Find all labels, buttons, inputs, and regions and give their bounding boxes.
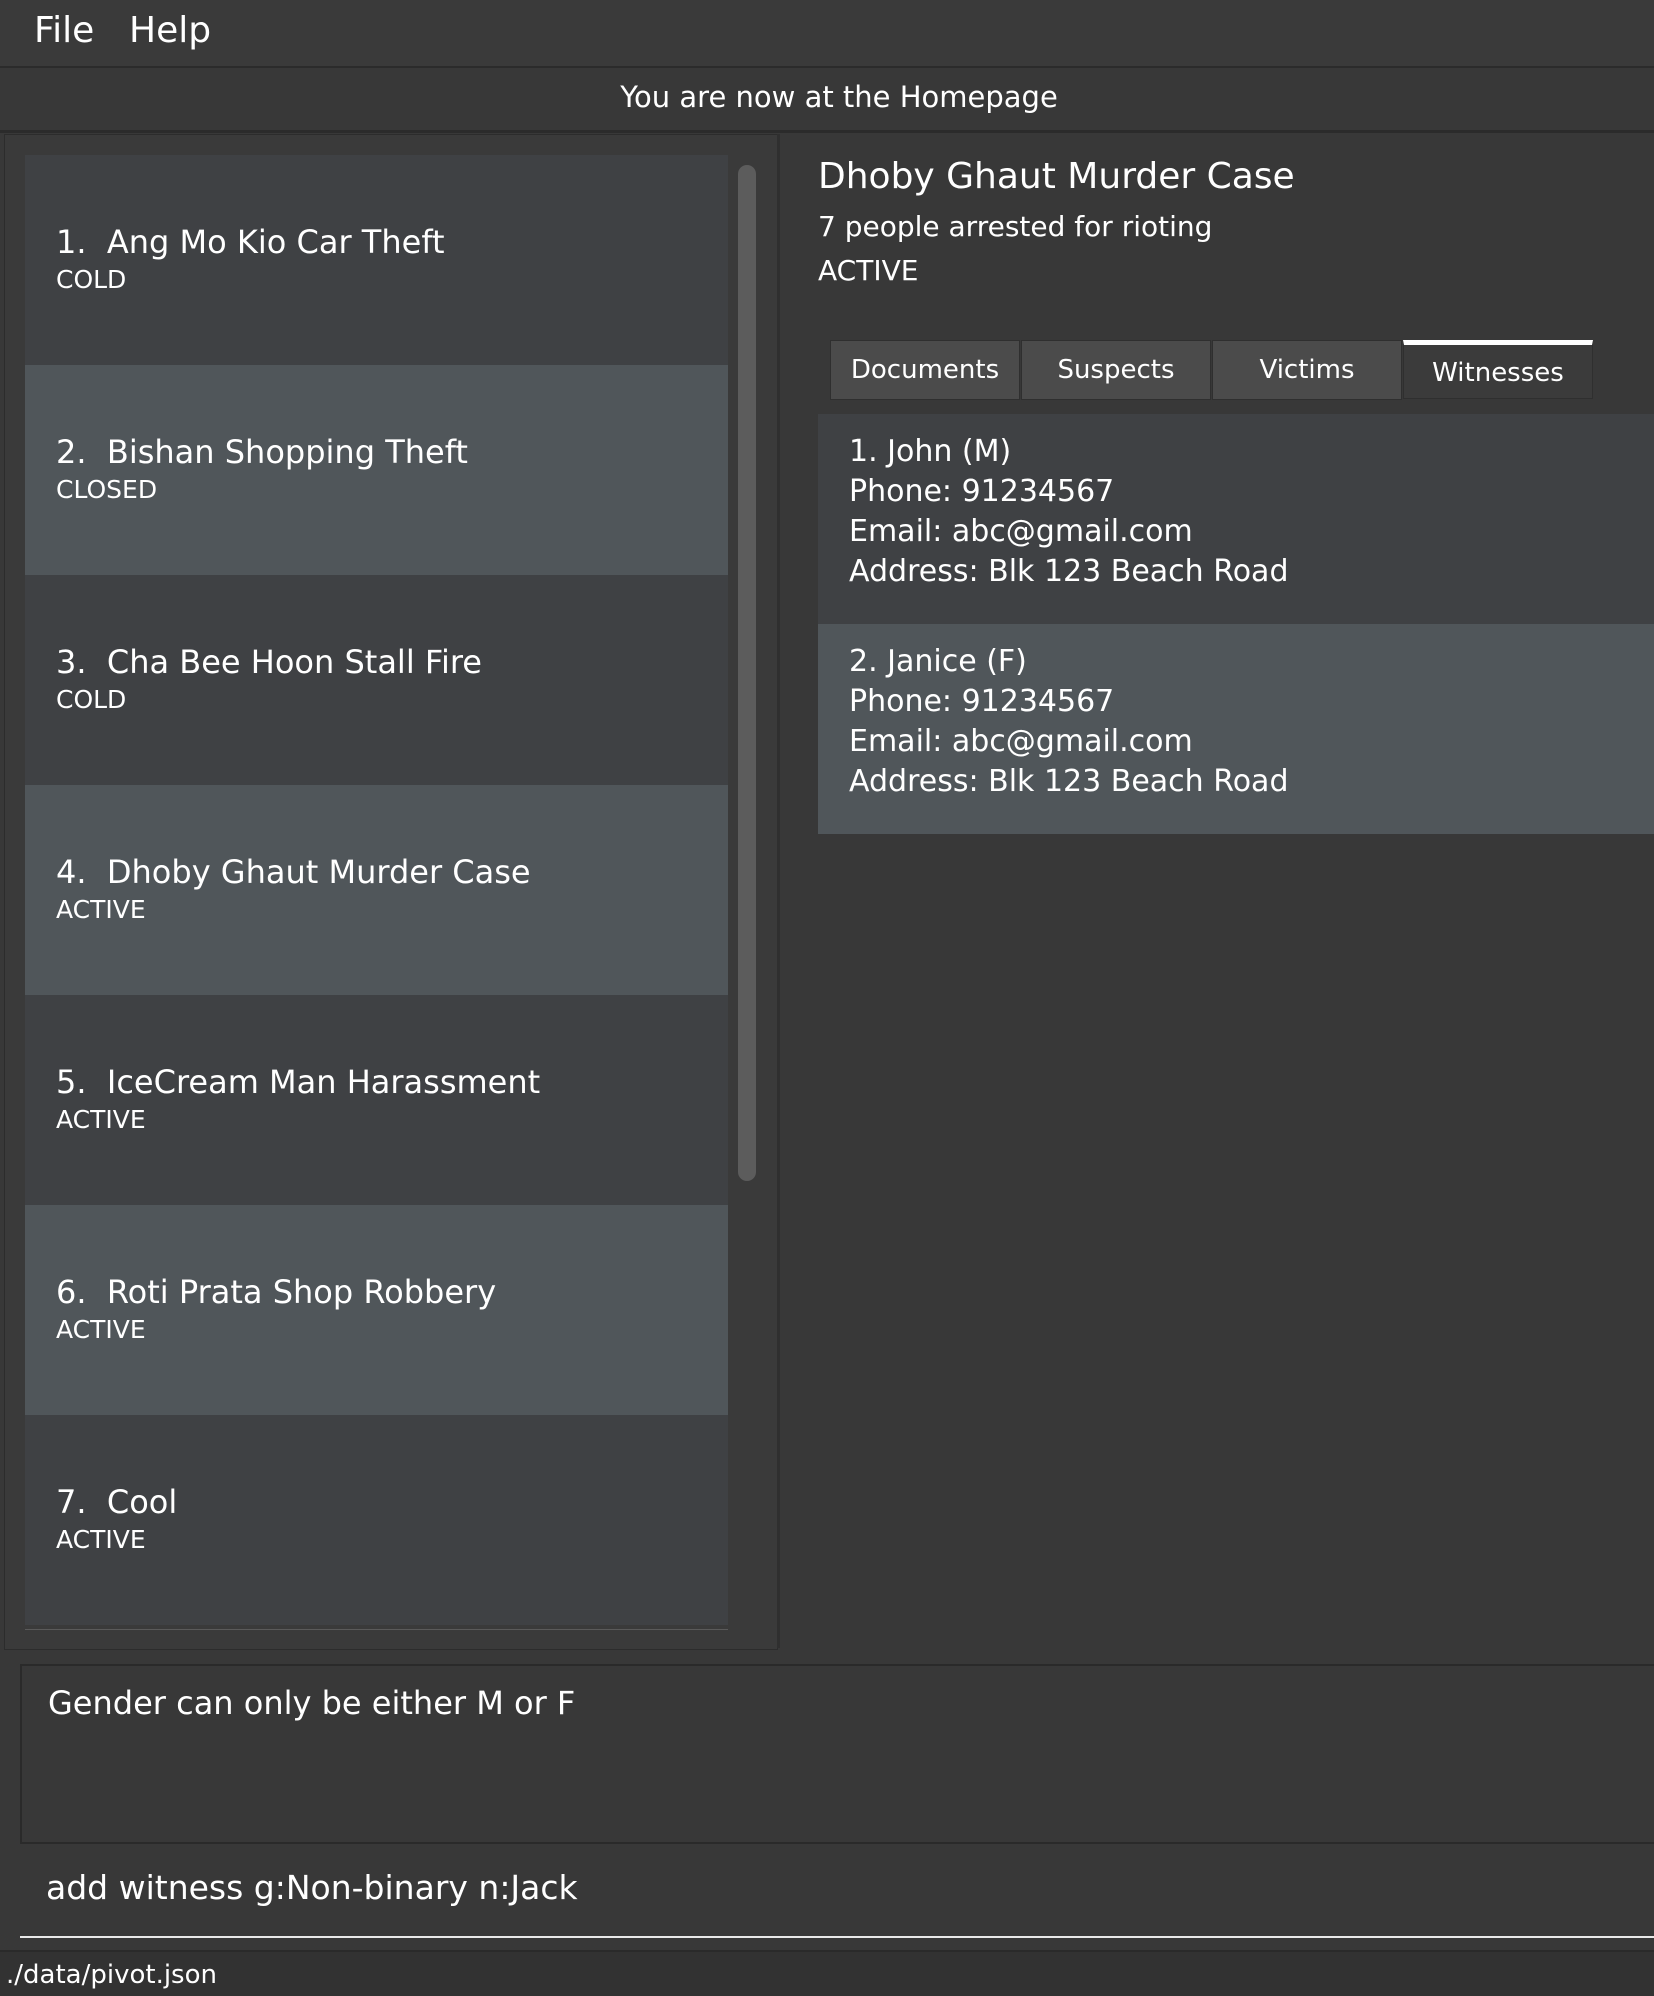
case-list-item[interactable]: 1. Ang Mo Kio Car Theft COLD [25,155,728,365]
menu-help[interactable]: Help [129,10,211,51]
tab-witnesses[interactable]: Witnesses [1403,340,1593,399]
divider [25,1629,728,1630]
witness-list-item[interactable]: 1. John (M) Phone: 91234567 Email: abc@g… [818,414,1654,624]
case-list-item[interactable]: 4. Dhoby Ghaut Murder Case ACTIVE [25,785,728,995]
case-title: 2. Bishan Shopping Theft [56,433,468,471]
witness-list: 1. John (M) Phone: 91234567 Email: abc@g… [818,414,1654,834]
witness-header: 1. John (M) [849,434,1012,469]
witness-header: 2. Janice (F) [849,644,1027,679]
case-title: 4. Dhoby Ghaut Murder Case [56,853,531,891]
case-status: COLD [56,265,127,294]
case-status: ACTIVE [56,1525,146,1554]
witness-address: Address: Blk 123 Beach Road [849,554,1289,589]
result-display[interactable]: Gender can only be either M or F [20,1664,1654,1844]
case-list: 1. Ang Mo Kio Car Theft COLD 2. Bishan S… [25,155,728,1625]
case-detail-description: 7 people arrested for rioting [818,210,1213,243]
case-list-item[interactable]: 5. IceCream Man Harassment ACTIVE [25,995,728,1205]
witness-phone: Phone: 91234567 [849,684,1115,719]
status-bar: You are now at the Homepage [0,68,1654,133]
tab-documents[interactable]: Documents [830,340,1020,400]
witness-phone: Phone: 91234567 [849,474,1115,509]
case-list-item[interactable]: 6. Roti Prata Shop Robbery ACTIVE [25,1205,728,1415]
case-detail-title: Dhoby Ghaut Murder Case [818,156,1295,197]
witness-email: Email: abc@gmail.com [849,724,1193,759]
case-list-item[interactable]: 3. Cha Bee Hoon Stall Fire COLD [25,575,728,785]
case-title: 6. Roti Prata Shop Robbery [56,1273,497,1311]
case-title: 1. Ang Mo Kio Car Theft [56,223,445,261]
case-list-panel: 1. Ang Mo Kio Car Theft COLD 2. Bishan S… [4,134,778,1650]
data-file-path: ./data/pivot.json [6,1960,217,1990]
command-box [20,1850,1654,1938]
status-message: You are now at the Homepage [620,80,1058,114]
status-footer: ./data/pivot.json [0,1950,1654,1996]
case-detail-status: ACTIVE [818,254,919,287]
witness-address: Address: Blk 123 Beach Road [849,764,1289,799]
command-input[interactable] [46,1868,1546,1907]
result-message: Gender can only be either M or F [48,1684,576,1722]
case-status: ACTIVE [56,1105,146,1134]
witness-email: Email: abc@gmail.com [849,514,1193,549]
menu-bar: File Help [0,0,1654,68]
case-list-item[interactable]: 2. Bishan Shopping Theft CLOSED [25,365,728,575]
case-status: CLOSED [56,475,158,504]
case-status: COLD [56,685,127,714]
case-list-scrollbar[interactable] [738,165,756,1181]
case-status: ACTIVE [56,1315,146,1344]
tab-victims[interactable]: Victims [1212,340,1402,400]
case-list-item[interactable]: 7. Cool ACTIVE [25,1415,728,1625]
menu-file[interactable]: File [34,10,94,51]
tab-suspects[interactable]: Suspects [1021,340,1211,400]
case-status: ACTIVE [56,895,146,924]
witness-list-item[interactable]: 2. Janice (F) Phone: 91234567 Email: abc… [818,624,1654,834]
case-title: 3. Cha Bee Hoon Stall Fire [56,643,482,681]
case-title: 5. IceCream Man Harassment [56,1063,541,1101]
case-detail-panel: Dhoby Ghaut Murder Case 7 people arreste… [780,134,1654,1648]
case-title: 7. Cool [56,1483,178,1521]
